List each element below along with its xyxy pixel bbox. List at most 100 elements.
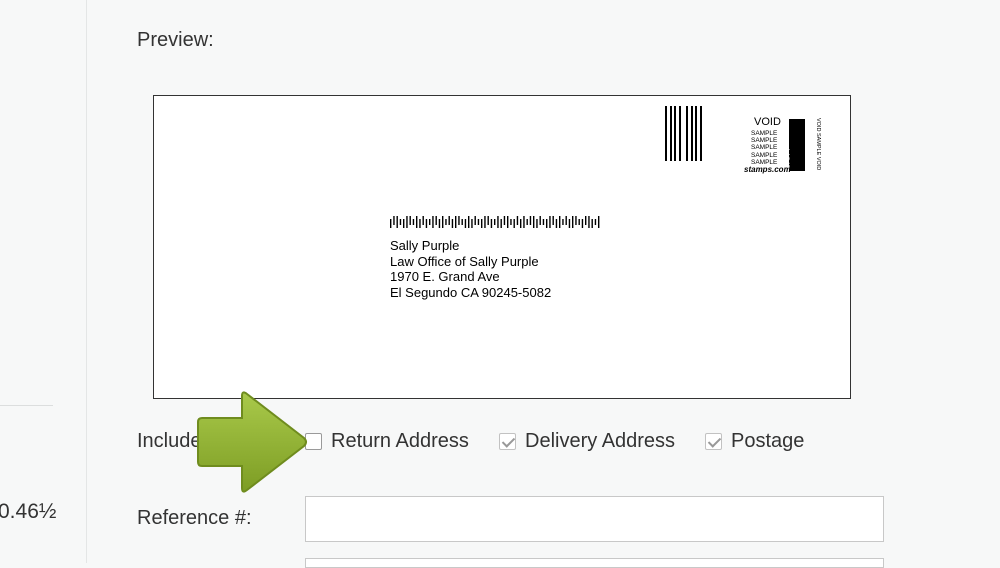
stamp-sample-line: SAMPLE bbox=[751, 130, 778, 137]
imb-bar bbox=[552, 216, 554, 225]
imb-bar bbox=[416, 216, 418, 228]
reference-label: Reference #: bbox=[137, 507, 252, 529]
imb-bar bbox=[406, 216, 408, 228]
postage-amount: 0.46½ bbox=[0, 500, 57, 523]
imb-bar bbox=[526, 219, 528, 225]
reference-input[interactable] bbox=[305, 496, 884, 542]
imb-bar bbox=[403, 219, 405, 228]
imb-bar bbox=[588, 216, 590, 228]
imb-bar bbox=[484, 216, 486, 228]
imb-bar bbox=[565, 216, 567, 225]
imb-bar bbox=[500, 219, 502, 228]
address-line: Law Office of Sally Purple bbox=[390, 253, 539, 269]
imb-bar bbox=[487, 216, 489, 225]
imb-bar bbox=[471, 219, 473, 228]
stamp-void-block: VOID bbox=[781, 119, 805, 171]
imb-bar bbox=[542, 219, 545, 225]
imb-bar bbox=[464, 219, 467, 228]
imb-bar bbox=[481, 219, 483, 228]
include-label: Include bbox=[137, 430, 202, 452]
stamp-brand: stamps.com bbox=[744, 165, 791, 174]
delivery-address-option[interactable]: Delivery Address bbox=[499, 428, 675, 454]
imb-bar bbox=[568, 219, 571, 228]
envelope-preview: VOID SAMPLE SAMPLE SAMPLE SAMPLE SAMPLE … bbox=[153, 95, 851, 399]
imb-bar bbox=[549, 216, 551, 228]
imb-bar bbox=[497, 216, 499, 228]
imb-bar bbox=[409, 216, 411, 225]
imb-bar bbox=[432, 216, 434, 228]
pointer-arrow-icon bbox=[197, 391, 307, 493]
barcode-icon bbox=[665, 106, 702, 161]
imb-bar bbox=[503, 216, 506, 225]
intelligent-mail-barcode-icon bbox=[390, 216, 600, 228]
imb-bar bbox=[422, 216, 424, 225]
imb-bar bbox=[585, 216, 587, 225]
imb-bar bbox=[455, 216, 457, 228]
imb-bar bbox=[396, 216, 398, 228]
imb-bar bbox=[390, 219, 392, 228]
stamp-sample-line: SAMPLE bbox=[751, 137, 778, 145]
imb-bar bbox=[461, 219, 463, 225]
stamp-samples: SAMPLE SAMPLE SAMPLE SAMPLE SAMPLE bbox=[751, 130, 777, 166]
preview-label: Preview: bbox=[137, 29, 214, 51]
stamp-void-text: VOID bbox=[754, 116, 781, 128]
postage-stamp: VOID SAMPLE SAMPLE SAMPLE SAMPLE SAMPLE … bbox=[744, 114, 824, 182]
imb-bar bbox=[477, 219, 480, 225]
return-address-label: Return Address bbox=[331, 429, 469, 452]
imb-bar bbox=[562, 219, 564, 225]
imb-bar bbox=[442, 216, 444, 228]
imb-bar bbox=[412, 219, 415, 225]
imb-bar bbox=[494, 219, 496, 225]
imb-bar bbox=[435, 216, 437, 225]
imb-bar bbox=[572, 216, 574, 228]
imb-bar bbox=[591, 219, 593, 228]
address-line: Sally Purple bbox=[390, 238, 460, 253]
imb-bar bbox=[425, 219, 428, 228]
return-address-option[interactable]: Return Address bbox=[305, 428, 469, 454]
postage-label: Postage bbox=[731, 429, 805, 452]
imb-bar bbox=[520, 219, 522, 228]
imb-bar bbox=[458, 216, 460, 225]
imb-bar bbox=[445, 219, 447, 225]
imb-bar bbox=[598, 216, 600, 228]
imb-bar bbox=[581, 219, 584, 228]
imb-bar bbox=[559, 216, 561, 228]
left-panel: 0.46½ bbox=[0, 0, 87, 563]
imb-bar bbox=[393, 216, 395, 225]
imb-bar bbox=[513, 219, 515, 228]
imb-bar bbox=[507, 216, 509, 228]
imb-bar bbox=[429, 219, 431, 225]
delivery-address-checkbox[interactable] bbox=[499, 432, 516, 450]
imb-bar bbox=[448, 216, 450, 225]
imb-bar bbox=[555, 219, 558, 228]
stamp-sample-line: SAMPLE bbox=[751, 151, 778, 159]
left-divider bbox=[0, 405, 53, 406]
delivery-address-label: Delivery Address bbox=[525, 429, 676, 452]
imb-bar bbox=[594, 219, 597, 225]
stamp-sample-line: SAMPLE bbox=[751, 144, 778, 152]
imb-bar bbox=[575, 216, 577, 225]
address-line: 1970 E. Grand Ave bbox=[390, 269, 500, 284]
imb-bar bbox=[451, 219, 454, 228]
imb-bar bbox=[474, 216, 476, 225]
imb-bar bbox=[438, 219, 441, 228]
imb-bar bbox=[516, 216, 519, 225]
delivery-address: Sally Purple Law Office of Sally Purple … bbox=[390, 238, 551, 300]
imb-bar bbox=[510, 219, 512, 225]
stamp-side-text: VOID SAMPLE VOID bbox=[815, 118, 821, 171]
imb-bar bbox=[419, 219, 421, 228]
imb-bar bbox=[536, 219, 538, 228]
imb-bar bbox=[539, 216, 541, 225]
imb-bar bbox=[468, 216, 470, 228]
address-line: El Segundo CA 90245-5082 bbox=[390, 284, 552, 300]
imb-bar bbox=[546, 219, 548, 228]
imb-bar bbox=[578, 219, 580, 225]
imb-bar bbox=[523, 216, 525, 228]
imb-bar bbox=[399, 219, 402, 225]
imb-bar bbox=[529, 216, 532, 225]
postage-checkbox[interactable] bbox=[705, 432, 722, 450]
imb-bar bbox=[533, 216, 535, 228]
postage-option[interactable]: Postage bbox=[705, 428, 804, 454]
next-input[interactable] bbox=[305, 558, 884, 568]
imb-bar bbox=[490, 219, 493, 228]
